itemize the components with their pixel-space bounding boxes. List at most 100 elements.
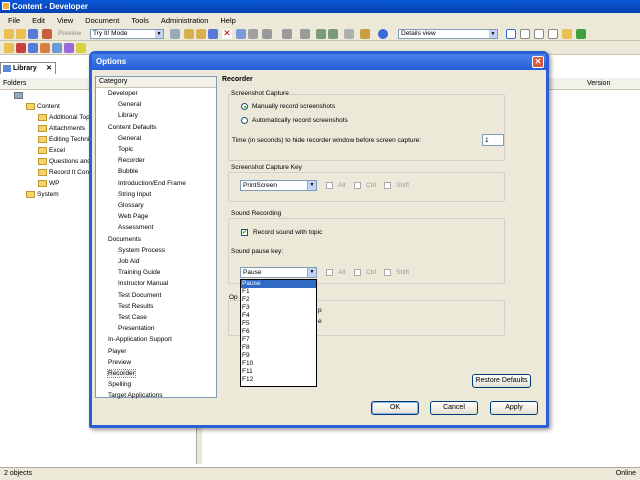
help-icon[interactable] [378,29,388,39]
cancel-button[interactable]: Cancel [430,401,478,415]
category-item[interactable]: Recorder [107,369,136,378]
category-item[interactable]: Web Page [118,213,148,220]
folder-up-icon[interactable] [562,29,572,39]
delete-icon[interactable]: ✕ [222,29,232,39]
save-icon[interactable] [28,29,38,39]
capture-alt-checkbox[interactable] [326,182,333,189]
new-folder-icon[interactable] [4,43,14,53]
cut-icon[interactable] [184,29,194,39]
close-icon[interactable]: ✕ [532,56,544,68]
tab-library[interactable]: Library ✕ [0,62,56,74]
category-item[interactable]: Introduction/End Frame [118,180,186,187]
category-item[interactable]: General [118,135,141,142]
details-view-icon[interactable] [506,29,516,39]
capture-shift-checkbox[interactable] [384,182,391,189]
check-icon[interactable] [360,29,370,39]
category-item[interactable]: Assessment [118,224,153,231]
pause-key-option[interactable]: F7 [241,336,316,344]
pause-key-option[interactable]: F10 [241,360,316,368]
category-item[interactable]: Documents [108,236,141,243]
pause-key-option[interactable]: F4 [241,312,316,320]
category-item[interactable]: In-Application Support [108,336,172,343]
module-icon[interactable] [28,43,38,53]
category-item[interactable]: Player [108,348,126,355]
tree-root[interactable] [14,92,25,99]
menu-help[interactable]: Help [214,16,241,25]
package-icon[interactable] [76,43,86,53]
pause-alt-checkbox[interactable] [326,269,333,276]
view-select[interactable]: Details view ▼ [398,29,498,39]
category-item[interactable]: Training Guide [118,269,160,276]
properties-icon[interactable] [248,29,258,39]
category-item[interactable]: Target Applications [108,392,163,399]
print-icon[interactable] [42,29,52,39]
ok-button[interactable]: OK [371,401,419,415]
pause-shift-checkbox[interactable] [384,269,391,276]
category-item[interactable]: Content Defaults [108,124,156,131]
rename-icon[interactable] [236,29,246,39]
category-item[interactable]: Developer [108,90,138,97]
category-item[interactable]: Library [118,112,138,119]
preview-button[interactable]: Preview [58,30,81,37]
capture-key-select[interactable]: PrintScreen ▼ [240,180,317,191]
pause-key-option[interactable]: F8 [241,344,316,352]
section-icon[interactable] [40,43,50,53]
menu-file[interactable]: File [2,16,26,25]
category-item[interactable]: Instructor Manual [118,280,168,287]
find-icon[interactable] [170,29,180,39]
copy-icon[interactable] [196,29,206,39]
refresh-icon[interactable] [576,29,586,39]
mode-select[interactable]: Try It! Mode ▼ [90,29,164,39]
pause-ctrl-checkbox[interactable] [354,269,361,276]
manual-capture-radio[interactable] [241,103,248,110]
redo2-icon[interactable] [300,29,310,39]
category-item[interactable]: Bubble [118,168,138,175]
record-icon[interactable] [16,43,26,53]
apply-button[interactable]: Apply [490,401,538,415]
tree-item[interactable]: Record It Con [38,169,89,176]
category-item[interactable]: Test Document [118,292,161,299]
tree-item[interactable]: Additional Top [38,114,90,121]
filter-icon[interactable] [344,29,354,39]
pause-key-option[interactable]: F11 [241,368,316,376]
category-item[interactable]: Glossary [118,202,144,209]
collapse-icon[interactable] [328,29,338,39]
category-item[interactable]: General [118,101,141,108]
pause-key-option[interactable]: F6 [241,328,316,336]
tree-item[interactable]: Excel [38,147,65,154]
menu-document[interactable]: Document [79,16,125,25]
category-item[interactable]: String Input [118,191,151,198]
hide-time-input[interactable]: 1 [482,134,504,146]
category-item[interactable]: Job Aid [118,258,139,265]
tree-item[interactable]: Editing Techni [38,136,89,143]
new-icon[interactable] [4,29,14,39]
redo-icon[interactable] [282,29,292,39]
category-item[interactable]: Spelling [108,381,131,388]
auto-capture-radio[interactable] [241,117,248,124]
record-sound-checkbox[interactable]: ✔ [241,229,248,236]
pause-key-select[interactable]: Pause ▼ [240,267,317,278]
expand-icon[interactable] [316,29,326,39]
category-item[interactable]: Recorder [118,157,145,164]
close-icon[interactable]: ✕ [46,64,52,72]
pause-key-option[interactable]: F9 [241,352,316,360]
pause-key-option[interactable]: F1 [241,288,316,296]
restore-defaults-button[interactable]: Restore Defaults [472,374,531,388]
category-item[interactable]: Preview [108,359,131,366]
tree-item[interactable]: WP [38,180,59,187]
list-view-icon[interactable] [548,29,558,39]
category-item[interactable]: Test Case [118,314,147,321]
topic-icon[interactable] [52,43,62,53]
pause-key-option[interactable]: F3 [241,304,316,312]
tree-item[interactable]: Questions and [38,158,91,165]
menu-edit[interactable]: Edit [26,16,51,25]
tree-item[interactable]: System [26,191,59,198]
tree-item[interactable]: Content [26,103,60,110]
undo-icon[interactable] [262,29,272,39]
outline-view-icon[interactable] [534,29,544,39]
paste-icon[interactable] [208,29,218,39]
web-page-icon[interactable] [64,43,74,53]
category-item[interactable]: Topic [118,146,133,153]
tree-item[interactable]: Attachments [38,125,85,132]
open-icon[interactable] [16,29,26,39]
